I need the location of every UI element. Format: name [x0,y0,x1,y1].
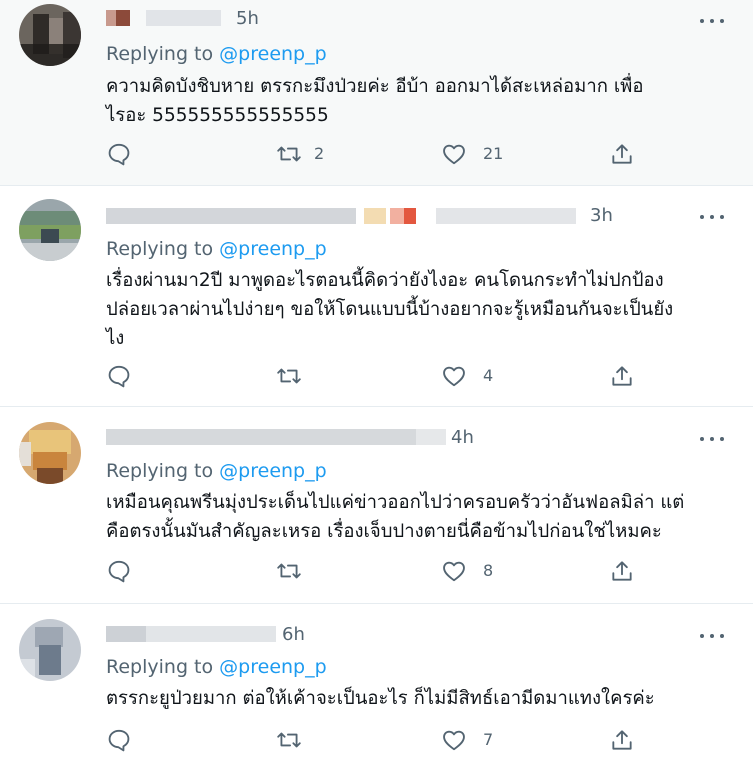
reply-tweet-1[interactable]: 5h Replying to @preenp_p ความคิดบังชิบหา… [0,0,753,186]
avatar[interactable] [19,4,81,66]
more-icon[interactable] [699,10,725,32]
replying-to: Replying to @preenp_p [106,43,327,65]
mention-link[interactable]: @preenp_p [219,43,327,65]
tweet-time[interactable]: 4h [451,427,474,448]
retweet-icon [277,563,301,579]
mention-link[interactable]: @preenp_p [219,238,327,260]
tweet-actions: 2 21 [0,139,753,169]
reply-tweet-2[interactable]: 3h Replying to @preenp_p เรื่องผ่านมา2ปี… [0,186,753,407]
tweet-text-line: ปล่อยเวลาผ่านไปง่ายๆ ขอให้โดนแบบนี้บ้างอ… [106,299,674,320]
heart-icon [443,730,465,751]
retweet-icon [277,368,301,384]
reply-icon [108,729,130,752]
tweet-actions: 8 [0,556,753,586]
heart-icon [443,561,465,582]
tweet-text: ความคิดบังชิบหาย ตรรกะมึงป่วยค่ะ อีบ้า อ… [106,72,716,130]
like-count: 21 [483,144,504,163]
more-icon[interactable] [699,625,725,647]
share-icon [612,561,632,581]
replying-to-label: Replying to [106,43,214,65]
like-count: 7 [483,730,494,749]
more-icon[interactable] [699,206,725,228]
reply-icon [108,560,130,583]
retweet-icon [277,732,301,748]
reply-icon [108,143,130,166]
share-icon [612,730,632,750]
avatar[interactable] [19,199,81,261]
like-count: 8 [483,561,494,580]
share-icon [612,144,632,164]
reply-tweet-4[interactable]: 6h Replying to @preenp_p ตรรกะยูป่วยมาก … [0,604,753,771]
retweet-icon [277,146,301,162]
replying-to-label: Replying to [106,238,214,260]
tweet-text: ตรรกะยูป่วยมาก ต่อให้เค้าจะเป็นอะไร ก็ไม… [106,684,716,713]
heart-icon [443,366,465,387]
tweet-text: เรื่องผ่านมา2ปี มาพูดอะไรตอนนี้คิดว่ายัง… [106,266,716,353]
replying-to-label: Replying to [106,656,214,678]
tweet-time[interactable]: 3h [590,205,613,226]
replying-to: Replying to @preenp_p [106,656,327,678]
avatar[interactable] [19,619,81,681]
tweet-text-line: เหมือนคุณพรีนมุ่งประเด็นไปแค่ข่าวออกไปว่… [106,492,685,513]
heart-icon [443,144,465,165]
tweet-actions: 4 [0,361,753,391]
tweet-text-line: ความคิดบังชิบหาย ตรรกะมึงป่วยค่ะ อีบ้า อ… [106,76,644,97]
tweet-text-line: เรื่องผ่านมา2ปี มาพูดอะไรตอนนี้คิดว่ายัง… [106,270,664,291]
tweet-text-line: ไง [106,328,125,349]
tweet-text-line: คือตรงนั้นมันสำคัญละเหรอ เรื่องเจ็บปางตา… [106,521,662,542]
replying-to-label: Replying to [106,460,214,482]
share-icon [612,366,632,386]
tweet-text: เหมือนคุณพรีนมุ่งประเด็นไปแค่ข่าวออกไปว่… [106,488,716,546]
tweet-text-line: ตรรกะยูป่วยมาก ต่อให้เค้าจะเป็นอะไร ก็ไม… [106,688,655,709]
avatar[interactable] [19,422,81,484]
tweet-actions: 7 [0,725,753,755]
tweet-time[interactable]: 5h [236,8,259,29]
tweet-time[interactable]: 6h [282,624,305,645]
tweet-text-line: ไรอะ 555555555555555 [106,105,329,126]
reply-tweet-3[interactable]: 4h Replying to @preenp_p เหมือนคุณพรีนมุ… [0,407,753,604]
more-icon[interactable] [699,428,725,450]
reply-icon [108,365,130,388]
mention-link[interactable]: @preenp_p [219,656,327,678]
like-count: 4 [483,366,494,385]
replying-to: Replying to @preenp_p [106,460,327,482]
mention-link[interactable]: @preenp_p [219,460,327,482]
replies-feed: 5h Replying to @preenp_p ความคิดบังชิบหา… [0,0,753,771]
replying-to: Replying to @preenp_p [106,238,327,260]
retweet-count: 2 [314,144,325,163]
